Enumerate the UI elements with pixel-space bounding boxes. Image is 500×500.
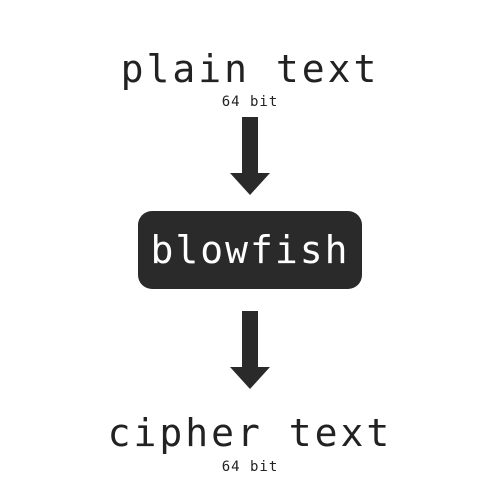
blowfish-diagram: plain text 64 bit blowfish cipher text 6… [0, 0, 500, 500]
plain-text-size-label: 64 bit [221, 94, 279, 110]
cipher-text-label: cipher text [107, 411, 393, 455]
blowfish-cipher-box: blowfish [138, 211, 362, 289]
plain-text-label: plain text [120, 47, 380, 91]
cipher-text-size-label: 64 bit [221, 459, 279, 475]
arrow-down-icon [230, 117, 270, 195]
blowfish-label: blowfish [150, 228, 350, 272]
arrow-down-icon [230, 311, 270, 389]
